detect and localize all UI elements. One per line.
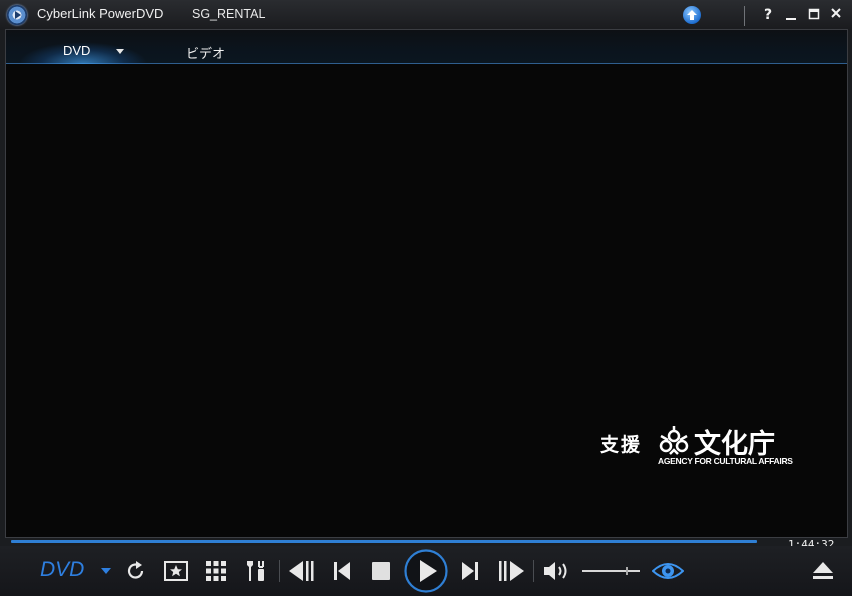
volume-slider[interactable] [582, 570, 640, 572]
playback-mode-button[interactable]: DVD [40, 558, 84, 582]
app-logo-icon [7, 5, 27, 25]
control-separator [533, 560, 534, 582]
play-icon[interactable] [403, 548, 449, 594]
tab-video[interactable]: ビデオ [186, 43, 225, 62]
repeat-icon[interactable] [124, 559, 148, 583]
upgrade-arrow-icon[interactable] [683, 6, 701, 24]
video-display[interactable] [6, 64, 847, 537]
frame-forward-icon[interactable] [497, 559, 525, 583]
title-separator [744, 6, 745, 26]
next-icon[interactable] [459, 559, 481, 583]
frame-back-icon[interactable] [288, 559, 316, 583]
tab-bar: DVD ビデオ [6, 30, 847, 64]
eject-icon[interactable] [811, 559, 835, 583]
agency-emblem-icon [659, 426, 689, 455]
disc-title: SG_RENTAL [192, 7, 266, 21]
volume-icon[interactable] [542, 559, 570, 583]
title-bar: CyberLink PowerDVD SG_RENTAL ? [0, 0, 852, 30]
help-button[interactable]: ? [759, 6, 777, 24]
agency-name-en: AGENCY FOR CULTURAL AFFAIRS [658, 456, 793, 466]
volume-slider-handle[interactable] [626, 567, 628, 575]
sponsor-text: 支援 [600, 434, 643, 456]
previous-icon[interactable] [331, 559, 353, 583]
app-title: CyberLink PowerDVD [37, 6, 164, 21]
player-frame: DVD ビデオ 支援 文化庁 AGENCY FOR CULTURAL AFFAI… [5, 29, 848, 538]
minimize-button[interactable] [782, 6, 800, 24]
seek-bar[interactable] [11, 540, 757, 543]
movie-chapter-icon[interactable] [163, 559, 189, 583]
maximize-button[interactable] [805, 6, 823, 24]
grid-menu-icon[interactable] [204, 559, 228, 583]
tab-dvd[interactable]: DVD [63, 43, 90, 58]
settings-tools-icon[interactable] [244, 558, 268, 584]
eye-icon[interactable] [652, 560, 684, 582]
stop-icon[interactable] [370, 560, 392, 582]
tab-dvd-dropdown-icon[interactable] [116, 49, 124, 54]
close-button[interactable] [827, 6, 845, 24]
control-separator [279, 560, 280, 582]
playback-mode-dropdown-icon[interactable] [101, 568, 111, 574]
